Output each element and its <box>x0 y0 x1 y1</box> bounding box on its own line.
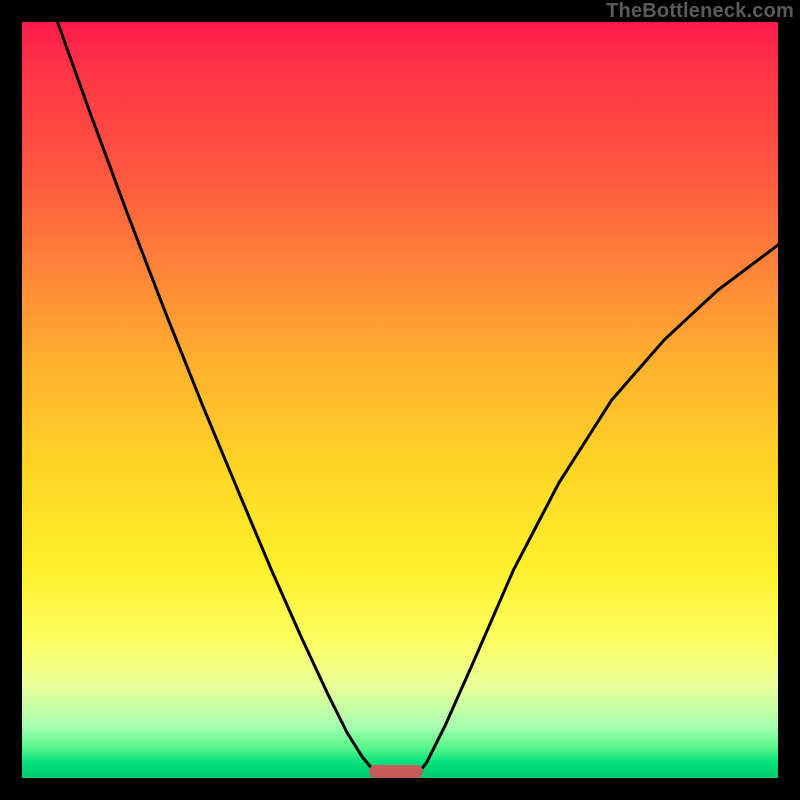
chart-frame: TheBottleneck.com <box>0 0 800 800</box>
curve-left-branch <box>58 22 382 776</box>
plot-area <box>22 22 778 778</box>
curve-right-branch <box>415 245 778 776</box>
watermark-text: TheBottleneck.com <box>606 0 794 23</box>
bottleneck-curve <box>22 22 778 778</box>
optimal-marker <box>369 765 423 778</box>
